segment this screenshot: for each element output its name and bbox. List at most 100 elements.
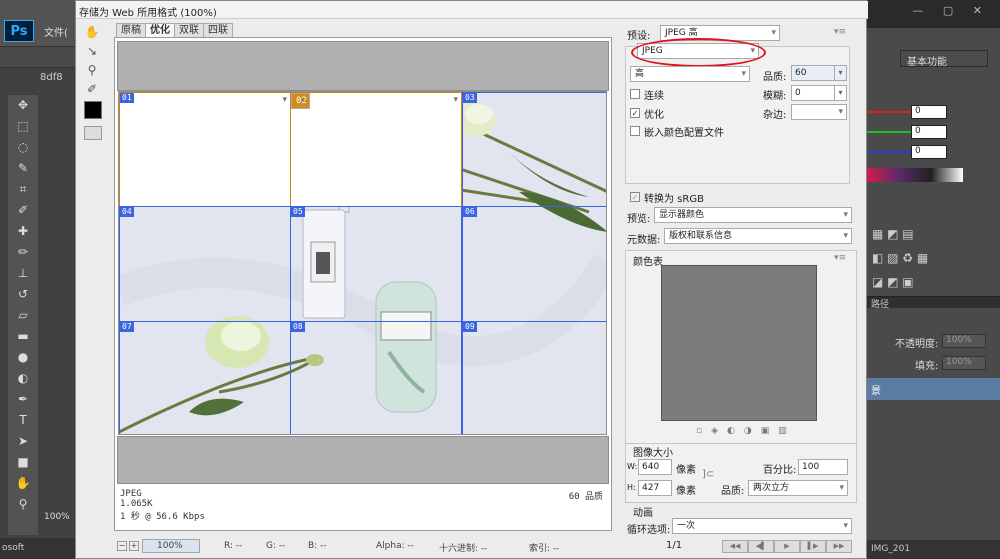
quality-preset-select[interactable]: 高 [630,66,750,82]
photoshop-menubar: Ps 文件( [0,0,75,68]
prev-frame-button[interactable]: ◀▌ [748,540,774,553]
optimized-image[interactable]: 01 02 03 04 05 06 07 08 09 [118,91,607,435]
info-quality: 60 品质 [568,492,603,502]
link-icon[interactable]: ]⊂ [702,469,714,480]
slice-number: 06 [463,207,477,217]
eraser-tool-icon[interactable]: ▱ [8,305,38,326]
green-slider[interactable]: 0 [867,125,947,139]
dodge-tool-icon[interactable]: ◐ [8,368,38,389]
width-field[interactable]: 640 [638,459,672,475]
blue-slider[interactable]: 0 [867,145,947,159]
save-for-web-dialog: 存储为 Web 所用格式 (100%) ✋ ↘ ⚲ ✐ 原稿优化双联四联 [75,0,868,559]
zoom-out-button[interactable]: − [117,541,127,551]
adjustment-icons[interactable]: ▦ ◩ ▤ ◧ ▨ ♻ ▦ ◪ ◩ ▣ [872,222,928,294]
taskbar-item[interactable]: IMG_201 [867,540,1000,559]
quality-field[interactable]: 60 ▾ [791,65,847,81]
hand-tool-icon[interactable]: ✋ [8,473,38,494]
preview-select[interactable]: 显示器颜色 [654,207,852,223]
eyedropper-icon[interactable]: ✐ [80,80,104,99]
menu-file[interactable]: 文件( [44,24,68,39]
color-ramp[interactable] [867,168,963,182]
taskbar-label: osoft [0,538,75,559]
percent-field[interactable]: 100 [798,459,848,475]
preview-pane[interactable]: 01 02 03 04 05 06 07 08 09 JPEG 1.065K 1… [114,37,612,531]
slice-box[interactable]: 08 [290,321,462,434]
opacity-field[interactable]: 100% [942,334,986,348]
healing-tool-icon[interactable]: ✚ [8,221,38,242]
embed-profile-checkbox[interactable] [630,126,640,136]
loop-select[interactable]: 一次 [672,518,852,534]
slice-box-selected[interactable]: 02 [290,92,462,207]
slice-box[interactable]: 06 [462,206,606,322]
dropdown-arrow-icon[interactable]: ▾ [834,86,846,100]
type-tool-icon[interactable]: T [8,410,38,431]
animation-label: 动画 [633,508,653,519]
gradient-tool-icon[interactable]: ▬ [8,326,38,347]
crop-tool-icon[interactable]: ⌗ [8,179,38,200]
color-table[interactable] [661,265,817,421]
toggle-slices-button[interactable] [84,126,102,140]
slice-number: 07 [120,322,134,332]
blur-field[interactable]: 0 ▾ [791,85,847,101]
tab-optimized[interactable]: 优化 [145,23,175,37]
readout-index: 索引: -- [529,544,560,554]
zoom-tool-icon[interactable]: ⚲ [80,61,104,80]
optimized-checkbox[interactable]: ✓ [630,108,640,118]
lasso-tool-icon[interactable]: ◌ [8,137,38,158]
convert-srgb-checkbox[interactable]: ✓ [630,192,640,202]
quick-select-icon[interactable]: ✎ [8,158,38,179]
hand-tool-icon[interactable]: ✋ [80,23,104,42]
blur-label: 模糊: [763,91,787,102]
move-tool-icon[interactable]: ✥ [8,95,38,116]
slice-box[interactable]: 01 [119,92,291,207]
preset-label: 预设: [627,31,651,42]
color-table-label: 颜色表 [633,257,663,268]
shape-tool-icon[interactable]: ■ [8,452,38,473]
layer-row[interactable]: 景 [867,378,1000,400]
red-slider[interactable]: 0 [867,105,947,119]
pen-tool-icon[interactable]: ✒ [8,389,38,410]
slice-number: 04 [120,207,134,217]
blur-tool-icon[interactable]: ● [8,347,38,368]
tab-2up[interactable]: 双联 [174,23,204,37]
slice-box[interactable]: 04 [119,206,291,322]
slice-box[interactable]: 09 [462,321,606,434]
slice-box[interactable]: 03 [462,92,606,207]
eyedropper-tool-icon[interactable]: ✐ [8,200,38,221]
play-button[interactable]: ▶ [774,540,800,553]
document-tab[interactable]: 8df8 [40,72,63,83]
eyedropper-color-swatch[interactable] [84,101,102,119]
history-brush-icon[interactable]: ↺ [8,284,38,305]
metadata-select[interactable]: 版权和联系信息 [664,228,852,244]
tab-4up[interactable]: 四联 [203,23,233,37]
marquee-tool-icon[interactable]: ⬚ [8,116,38,137]
slice-box[interactable]: 07 [119,321,291,434]
zoom-tool-icon[interactable]: ⚲ [8,494,38,515]
matte-select[interactable] [791,104,847,120]
resample-select[interactable]: 两次立方 [748,480,848,496]
slice-number: 01 [120,93,134,103]
photoshop-toolbar: ✥ ⬚ ◌ ✎ ⌗ ✐ ✚ ✏ ⊥ ↺ ▱ ▬ ● ◐ ✒ T ➤ ■ ✋ ⚲ [8,95,38,535]
dropdown-arrow-icon[interactable]: ▾ [834,66,846,80]
zoom-in-button[interactable]: + [129,541,139,551]
settings-menu-icon[interactable]: ▾≡ [834,27,846,37]
next-frame-button[interactable]: ▌▶ [800,540,826,553]
slice-select-icon[interactable]: ↘ [80,42,104,61]
workspace-select[interactable]: 基本功能 [900,50,988,68]
first-frame-button[interactable]: ◀◀ [722,540,748,553]
window-buttons[interactable]: — ▢ ✕ [912,4,990,17]
progressive-checkbox[interactable] [630,89,640,99]
last-frame-button[interactable]: ▶▶ [826,540,852,553]
tab-original[interactable]: 原稿 [116,23,146,37]
stamp-tool-icon[interactable]: ⊥ [8,263,38,284]
height-field[interactable]: 427 [638,480,672,496]
fill-field[interactable]: 100% [942,356,986,370]
path-select-icon[interactable]: ➤ [8,431,38,452]
slice-box[interactable]: 05 [290,206,462,322]
brush-tool-icon[interactable]: ✏ [8,242,38,263]
readout-b: B: -- [308,541,327,551]
view-tabs: 原稿 优化 双联 四联 [116,23,233,37]
zoom-select[interactable]: 100% [142,539,200,553]
color-table-menu-icon[interactable]: ▾≡ [834,253,846,263]
color-table-tool-icons[interactable]: ▫◈◐◑▣▥ [696,426,796,436]
